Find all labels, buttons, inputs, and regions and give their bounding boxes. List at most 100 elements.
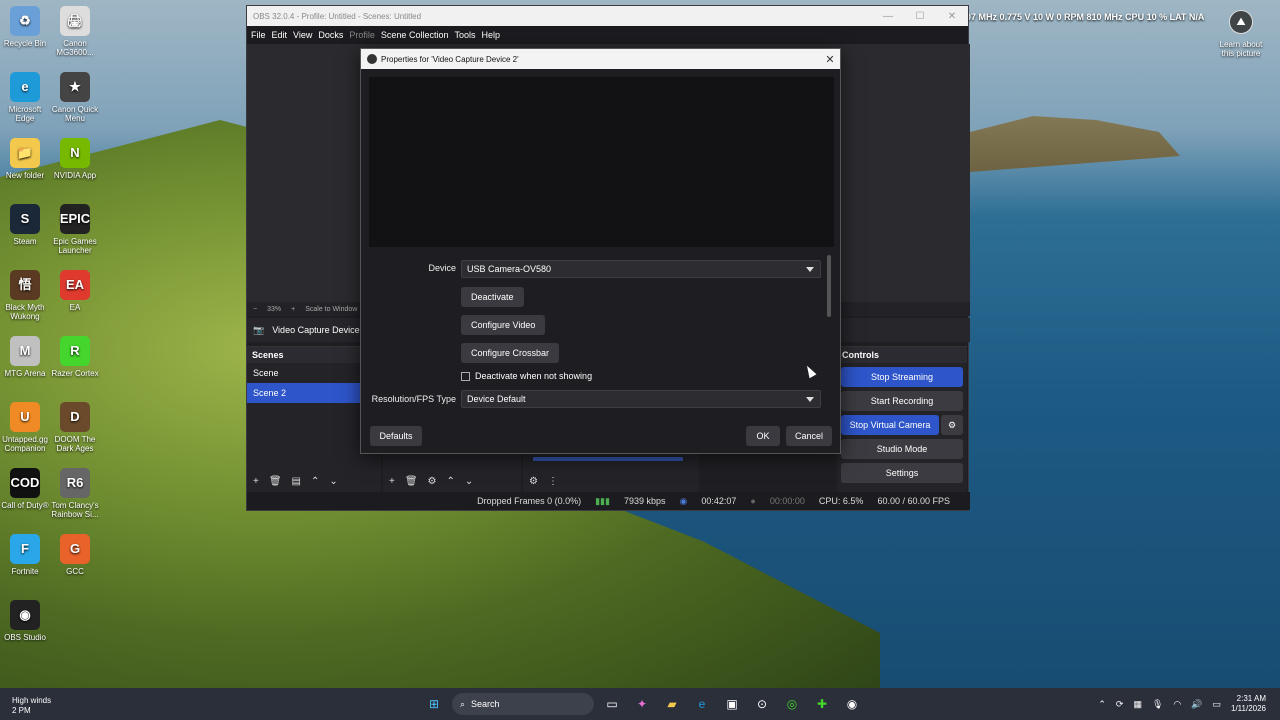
- configure-crossbar-button[interactable]: Configure Crossbar: [461, 343, 560, 363]
- obs-taskbar-icon[interactable]: ◉: [840, 692, 864, 716]
- taskbar-search[interactable]: ⌕ Search: [452, 693, 594, 715]
- add-source-icon[interactable]: +: [389, 476, 395, 487]
- resolution-fps-value: Device Default: [467, 394, 526, 404]
- stop-virtual-camera-button[interactable]: Stop Virtual Camera: [841, 415, 939, 435]
- mixer-menu-icon[interactable]: ⋮: [548, 476, 558, 487]
- tray-app-icon[interactable]: ⟳: [1116, 699, 1124, 710]
- start-menu-icon[interactable]: ⊞: [422, 692, 446, 716]
- obs-logo-icon: [367, 54, 377, 64]
- app-icon: ♻: [10, 6, 40, 36]
- copilot-icon[interactable]: ✦: [630, 692, 654, 716]
- menu-tools[interactable]: Tools: [454, 30, 481, 40]
- start-recording-button[interactable]: Start Recording: [841, 391, 963, 411]
- close-icon[interactable]: ✕: [820, 53, 840, 66]
- move-up-icon[interactable]: ⌃: [311, 476, 319, 487]
- menu-edit[interactable]: Edit: [272, 30, 294, 40]
- camera-icon: 📷: [253, 324, 265, 335]
- file-explorer-icon[interactable]: ▰: [660, 692, 684, 716]
- microphone-icon[interactable]: 🎙: [1152, 699, 1163, 710]
- source-down-icon[interactable]: ⌄: [465, 476, 473, 487]
- steam-icon[interactable]: ⊙: [750, 692, 774, 716]
- menu-view[interactable]: View: [293, 30, 318, 40]
- device-select[interactable]: USB Camera-OV580: [461, 260, 821, 278]
- ok-button[interactable]: OK: [746, 426, 780, 446]
- wifi-icon[interactable]: ◠: [1173, 699, 1181, 710]
- app-icon: R: [60, 336, 90, 366]
- zoom-in-button[interactable]: +: [291, 306, 295, 313]
- close-icon[interactable]: ✕: [936, 11, 968, 22]
- virtual-camera-gear-icon[interactable]: ⚙: [941, 415, 963, 435]
- tray-overflow-icon[interactable]: ⌃: [1098, 699, 1106, 710]
- deactivate-when-not-showing-checkbox[interactable]: [461, 372, 470, 381]
- desktop-icon[interactable]: 🖨 Canon MG3600...: [50, 6, 100, 57]
- desktop-icon[interactable]: 📁 New folder: [0, 138, 50, 180]
- stop-streaming-button[interactable]: Stop Streaming: [841, 367, 963, 387]
- remove-scene-icon[interactable]: 🗑: [269, 476, 282, 487]
- defaults-button[interactable]: Defaults: [370, 426, 422, 446]
- minimize-icon[interactable]: —: [872, 11, 904, 22]
- studio-mode-button[interactable]: Studio Mode: [841, 439, 963, 459]
- add-scene-icon[interactable]: +: [253, 476, 259, 487]
- audio-meter: [533, 457, 683, 461]
- desktop-icon[interactable]: F Fortnite: [0, 534, 50, 576]
- virtual-camera-row: Stop Virtual Camera ⚙: [837, 411, 967, 435]
- cancel-button[interactable]: Cancel: [786, 426, 832, 446]
- desktop-icon[interactable]: M MTG Arena: [0, 336, 50, 378]
- desktop-icon[interactable]: EA EA: [50, 270, 100, 312]
- desktop-icon[interactable]: R6 Tom Clancy's Rainbow Si...: [50, 468, 100, 519]
- fps: 60.00 / 60.00 FPS: [877, 496, 950, 506]
- desktop-icon[interactable]: COD Call of Duty®: [0, 468, 50, 510]
- zoom-out-button[interactable]: −: [253, 306, 257, 313]
- resolution-fps-select[interactable]: Device Default: [461, 390, 821, 408]
- record-time: 00:00:00: [769, 496, 805, 506]
- razer-synapse-icon[interactable]: ✚: [810, 692, 834, 716]
- source-settings-icon[interactable]: ⚙: [428, 476, 437, 487]
- properties-scrollbar[interactable]: [827, 255, 831, 317]
- scale-to-window-button[interactable]: Scale to Window: [305, 306, 357, 313]
- desktop-icon[interactable]: ★ Canon Quick Menu: [50, 72, 100, 123]
- desktop-icon[interactable]: G GCC: [50, 534, 100, 576]
- volume-icon[interactable]: 🔊: [1191, 699, 1202, 710]
- maximize-icon[interactable]: ☐: [904, 11, 936, 22]
- settings-button[interactable]: Settings: [841, 463, 963, 483]
- desktop-icon[interactable]: ◉ OBS Studio: [0, 600, 50, 642]
- move-down-icon[interactable]: ⌄: [329, 476, 337, 487]
- app-icon: e: [10, 72, 40, 102]
- menu-docks[interactable]: Docks: [318, 30, 349, 40]
- app-icon: EPIC: [60, 204, 90, 234]
- app-icon: 悟: [10, 270, 40, 300]
- weather-widget[interactable]: High winds 2 PM: [12, 696, 51, 717]
- desktop-icon[interactable]: e Microsoft Edge: [0, 72, 50, 123]
- edge-icon[interactable]: e: [690, 692, 714, 716]
- hardware-stats-overlay: 07 MHz 0.775 V 10 W 0 RPM 810 MHz CPU 10…: [966, 12, 1205, 22]
- desktop-icon[interactable]: R Razer Cortex: [50, 336, 100, 378]
- tray-app2-icon[interactable]: ▦: [1133, 699, 1142, 710]
- menu-profile[interactable]: Profile: [349, 30, 381, 40]
- desktop-icon[interactable]: 悟 Black Myth Wukong: [0, 270, 50, 321]
- desktop-icon-label: Razer Cortex: [51, 369, 99, 378]
- desktop-icon[interactable]: EPIC Epic Games Launcher: [50, 204, 100, 255]
- menu-help[interactable]: Help: [481, 30, 506, 40]
- desktop-icon[interactable]: D DOOM The Dark Ages: [50, 402, 100, 453]
- remove-source-icon[interactable]: 🗑: [405, 476, 418, 487]
- desktop-icon[interactable]: S Steam: [0, 204, 50, 246]
- desktop-icon[interactable]: ♻ Recycle Bin: [0, 6, 50, 48]
- razer-cortex-icon[interactable]: ◎: [780, 692, 804, 716]
- scene-filter-icon[interactable]: ▤: [292, 476, 301, 487]
- source-up-icon[interactable]: ⌃: [447, 476, 455, 487]
- mixer-settings-icon[interactable]: ⚙: [529, 476, 538, 487]
- learn-about-picture-icon[interactable]: ⛰: [1229, 10, 1253, 34]
- learn-about-picture-label[interactable]: Learn about this picture: [1216, 40, 1266, 58]
- clock[interactable]: 2:31 AM 1/11/2026: [1231, 694, 1266, 714]
- app-icon: M: [10, 336, 40, 366]
- deactivate-button[interactable]: Deactivate: [461, 287, 524, 307]
- desktop-icon[interactable]: N NVIDIA App: [50, 138, 100, 180]
- desktop-icon[interactable]: U Untapped.gg Companion: [0, 402, 50, 453]
- task-view-icon[interactable]: ▭: [600, 692, 624, 716]
- sources-footer: + 🗑 ⚙ ⌃ ⌄: [383, 470, 521, 492]
- menu-file[interactable]: File: [251, 30, 272, 40]
- battery-icon[interactable]: ▭: [1212, 699, 1221, 710]
- configure-video-button[interactable]: Configure Video: [461, 315, 546, 335]
- menu-scene-collection[interactable]: Scene Collection: [381, 30, 455, 40]
- store-icon[interactable]: ▣: [720, 692, 744, 716]
